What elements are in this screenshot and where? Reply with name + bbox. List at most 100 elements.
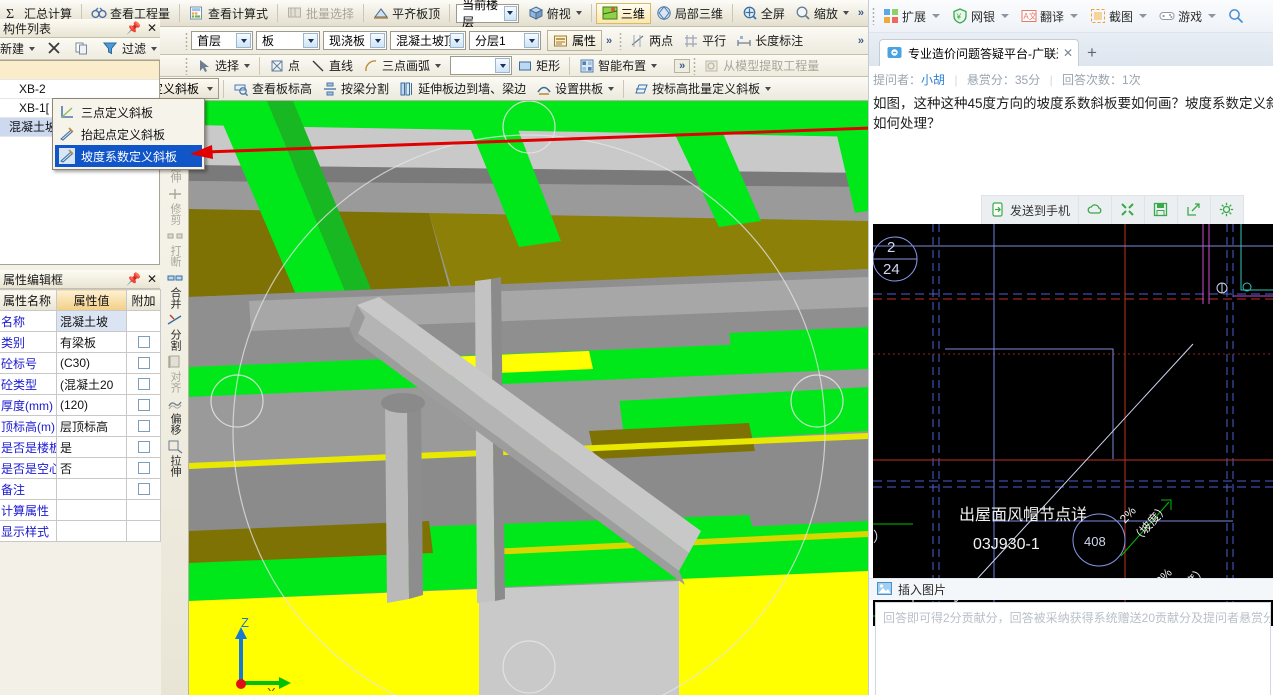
toolbar-fullscreen[interactable]: 全屏 [737, 2, 790, 24]
menu-item-lift-point[interactable]: 抬起点定义斜板 [55, 123, 202, 145]
chevron-down-icon[interactable] [765, 86, 772, 91]
chevron-down-icon[interactable] [1139, 14, 1148, 18]
property-value[interactable]: 层顶标高 [56, 415, 127, 437]
expand-button[interactable] [1112, 196, 1146, 224]
measure-parallel[interactable]: 平行 [678, 30, 731, 52]
chevron-down-icon[interactable] [1208, 14, 1217, 18]
toolbar-align-slab-top[interactable]: 平齐板顶 [368, 2, 445, 24]
table-row[interactable]: 厚度(mm) (120) [0, 394, 161, 416]
property-value[interactable]: 否 [56, 457, 127, 479]
list-item[interactable] [0, 61, 159, 80]
toolbar-grip[interactable] [619, 31, 623, 50]
chevron-down-icon[interactable] [303, 33, 318, 48]
table-row[interactable]: 显示样式 [0, 520, 161, 542]
toolbar-overflow-1[interactable]: » [854, 7, 868, 19]
property-value[interactable] [56, 520, 127, 542]
chevron-down-icon[interactable] [207, 86, 214, 91]
close-icon[interactable]: ✕ [147, 272, 157, 286]
property-value[interactable]: (混凝土20 [56, 373, 127, 395]
save-button[interactable] [1145, 196, 1179, 224]
chevron-down-icon[interactable] [932, 14, 941, 18]
checkbox[interactable] [137, 441, 150, 453]
draw-style-combo[interactable] [450, 56, 513, 75]
list-item[interactable]: XB-2 [0, 80, 159, 99]
list-copy-button[interactable] [70, 38, 96, 60]
table-row[interactable]: 砼标号 (C30) [0, 352, 161, 374]
measure-two-point[interactable]: 两点 [625, 30, 678, 52]
chevron-down-icon[interactable] [524, 33, 539, 48]
measure-length-dim[interactable]: 长度标注 [731, 30, 808, 52]
tool-split[interactable]: 分割 [162, 311, 188, 352]
draw-line[interactable]: 直线 [305, 55, 358, 77]
chevron-down-icon[interactable] [244, 63, 251, 68]
property-value[interactable] [56, 478, 127, 500]
chevron-down-icon[interactable] [29, 46, 36, 51]
property-attach[interactable] [126, 352, 161, 374]
property-button[interactable]: 属性 [547, 30, 603, 51]
chevron-down-icon[interactable] [151, 46, 158, 51]
extract-quantity-button[interactable]: 从模型提取工程量 [699, 55, 824, 77]
table-row[interactable]: 类别 有梁板 [0, 331, 161, 353]
chevron-down-icon[interactable] [236, 33, 251, 48]
nav-combo-subcategory[interactable]: 现浇板 [323, 31, 387, 50]
toolbar-3d-view[interactable]: 三维 [595, 2, 651, 24]
property-value[interactable] [56, 499, 127, 521]
toolbar-overflow-row3[interactable]: » [674, 58, 691, 73]
property-attach[interactable] [126, 415, 161, 437]
chevron-down-icon[interactable] [575, 11, 582, 15]
draw-rectangle[interactable]: 矩形 [512, 55, 565, 77]
current-floor-combo[interactable]: 当前楼层 [456, 0, 519, 29]
chevron-down-icon[interactable] [450, 33, 464, 48]
chevron-down-icon[interactable] [842, 11, 849, 15]
property-attach[interactable] [126, 436, 161, 458]
property-value[interactable]: 有梁板 [56, 331, 127, 353]
list-new-button[interactable]: 新建 [0, 38, 40, 60]
toolbar-grip[interactable] [185, 31, 188, 50]
tool-stretch[interactable]: 拉伸 [162, 437, 188, 478]
chevron-down-icon[interactable] [370, 33, 385, 48]
slab-split-by-beam[interactable]: 按梁分割 [317, 78, 394, 100]
insert-image-bar[interactable]: 插入图片 [869, 578, 1273, 600]
toolbar-batch-select[interactable]: 批量选择 [282, 2, 359, 24]
checkbox[interactable] [137, 483, 150, 495]
menu-item-three-point[interactable]: 三点定义斜板 [55, 101, 202, 123]
toolbar-local-3d[interactable]: 局部三维 [651, 2, 728, 24]
slab-batch-define-by-elevation[interactable]: 按标高批量定义斜板 [628, 78, 776, 100]
chevron-down-icon[interactable] [651, 63, 658, 68]
property-value[interactable]: 混凝土坡 [56, 310, 127, 332]
checkbox[interactable] [137, 378, 150, 390]
smart-layout-button[interactable]: 智能布置 [574, 55, 662, 77]
checkbox[interactable] [137, 420, 150, 432]
draw-three-point-arc[interactable]: 三点画弧 [358, 55, 446, 77]
tool-trim[interactable]: 修剪 [162, 185, 188, 226]
pin-icon[interactable]: 📌 [126, 21, 141, 35]
table-row[interactable]: 顶标高(m) 层顶标高 [0, 415, 161, 437]
slab-view-elevation[interactable]: 查看板标高 [228, 78, 317, 100]
property-attach[interactable] [126, 478, 161, 500]
answer-textarea[interactable]: 回答即可得2分贡献分，回答被采纳获得系统赠送20贡献分及提问者悬赏分。 [875, 602, 1271, 695]
list-filter-button[interactable]: 过滤 [98, 38, 162, 60]
property-attach[interactable] [126, 373, 161, 395]
property-attach[interactable] [126, 331, 161, 353]
browser-translate-button[interactable]: A文 翻译 [1017, 6, 1085, 27]
draw-point[interactable]: 点 [264, 55, 305, 77]
toolbar-view-formula[interactable]: 查看计算式 [184, 2, 273, 24]
browser-games-button[interactable]: 游戏 [1155, 6, 1223, 27]
slab-set-arch[interactable]: 设置拱板 [531, 78, 619, 100]
browser-extensions-button[interactable]: 扩展 [879, 6, 947, 27]
nav-combo-layer[interactable]: 分层1 [469, 31, 541, 50]
nav-combo-floor[interactable]: 首层 [191, 31, 253, 50]
tool-break[interactable]: 打断 [162, 227, 188, 268]
tool-align[interactable]: 对齐 [162, 353, 188, 394]
settings-button[interactable] [1211, 196, 1243, 224]
browser-bank-button[interactable]: ¥ 网银 [948, 6, 1016, 27]
table-row[interactable]: 是否是楼板 是 [0, 436, 161, 458]
chevron-down-icon[interactable] [1001, 14, 1010, 18]
close-icon[interactable]: ✕ [147, 21, 157, 35]
checkbox[interactable] [137, 399, 150, 411]
close-icon[interactable]: ✕ [1063, 46, 1073, 60]
chevron-down-icon[interactable] [435, 63, 442, 68]
slope-definition-menu[interactable]: 三点定义斜板 抬起点定义斜板 坡度系数定义斜板 [52, 98, 205, 170]
chevron-down-icon[interactable] [503, 5, 517, 21]
chevron-down-icon[interactable] [608, 86, 615, 91]
